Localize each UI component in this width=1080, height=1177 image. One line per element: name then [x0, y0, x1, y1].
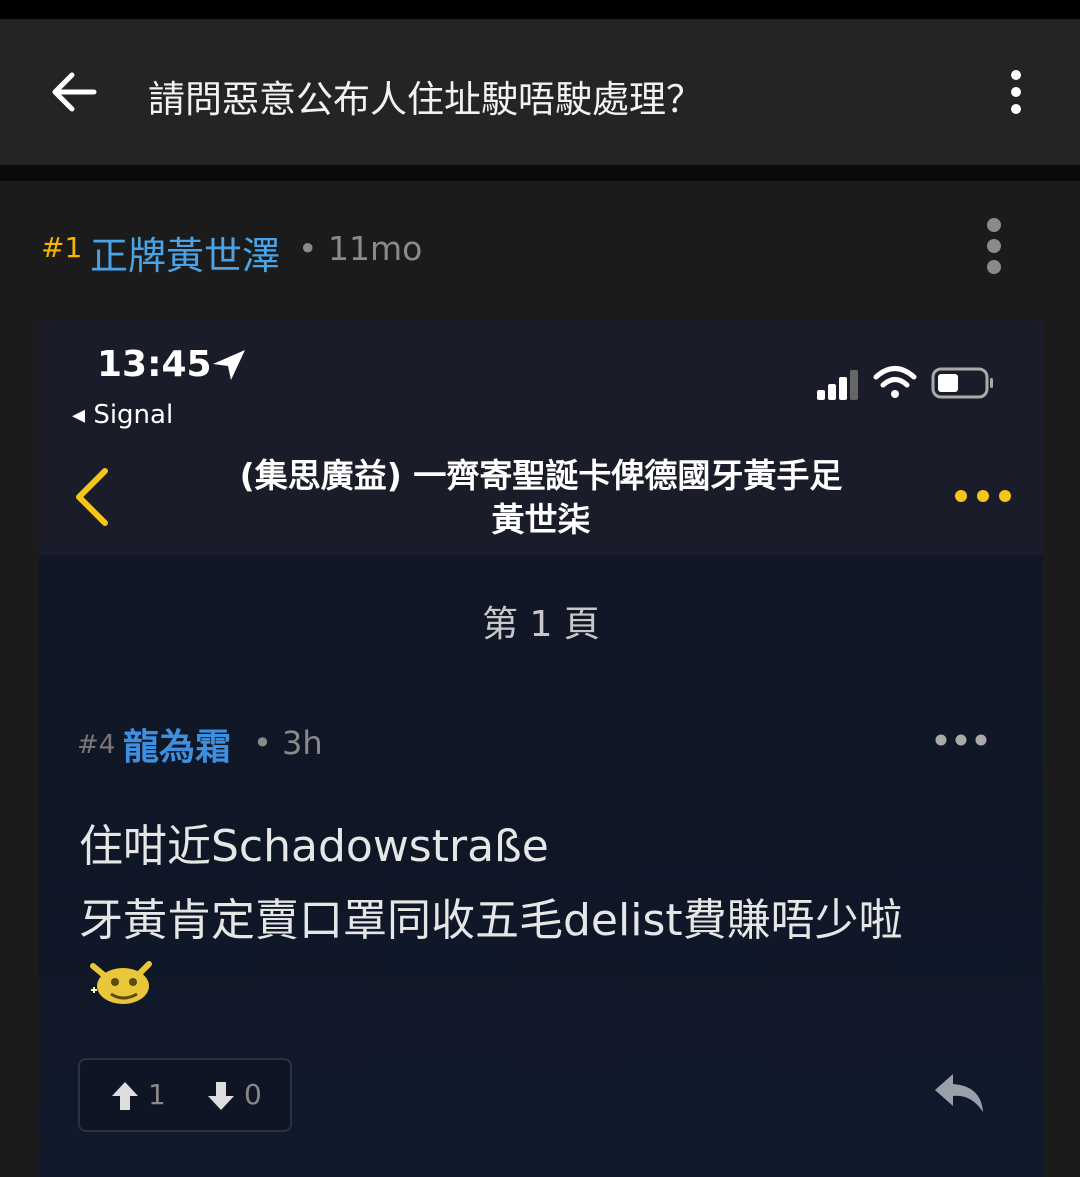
chevron-left-icon [76, 468, 108, 526]
embedded-header: 13:45 ◂ Signal (集思廣益) 一齊寄聖誕卡俾德國牙黃手足 黃世柒 [39, 320, 1043, 555]
thumb-up-arrow-icon [112, 1082, 138, 1110]
reply-username: 龍為霜 [123, 727, 232, 768]
thumb-down-arrow-icon [208, 1082, 234, 1110]
page-label: 第 1 頁 [482, 604, 600, 645]
embedded-thread-title: (集思廣益) 一齊寄聖誕卡俾德國牙黃手足 黃世柒 [169, 454, 913, 542]
reply-content: 住咁近Schadowstraße 牙黃肯定賣口罩同收五毛delist費賺唔少啦 [79, 810, 903, 958]
post-header: #1 正牌黃世澤 • 11mo [0, 181, 1080, 311]
status-strip [0, 0, 1080, 19]
reply-icon [935, 1074, 983, 1112]
thread-title: 請問惡意公布人住址駛唔駛處理？ [148, 78, 703, 121]
ios-clock: 13:45 [97, 344, 212, 385]
post-number: #1 [41, 231, 83, 264]
more-vertical-icon[interactable] [1004, 69, 1028, 115]
back-arrow-icon[interactable] [48, 69, 100, 115]
embedded-screenshot: 13:45 ◂ Signal (集思廣益) 一齊寄聖誕卡俾德國牙黃手足 黃世柒 [39, 320, 1043, 1177]
post-time: • 11mo [298, 229, 423, 268]
embedded-title-line-2: 黃世柒 [491, 500, 591, 539]
downvote-count: 0 [244, 1078, 262, 1111]
post-username[interactable]: 正牌黃世澤 [90, 225, 280, 280]
reply-time: • 3h [253, 724, 323, 762]
app-bar: 請問惡意公布人住址駛唔駛處理？ [0, 19, 1080, 165]
post-more-icon[interactable] [980, 217, 1008, 275]
more-horizontal-icon [955, 490, 1011, 502]
reply-number: #4 [77, 730, 116, 760]
embedded-reply: #4 龍為霜 • 3h 住咁近Schadowstraße 牙黃肯定賣口罩同收五毛… [39, 680, 1043, 1177]
reply-line-1: 住咁近Schadowstraße [79, 821, 549, 872]
signal-bars-icon [817, 370, 858, 400]
emoji-sticker-icon [90, 961, 152, 1004]
upvote-count: 1 [148, 1078, 166, 1111]
embedded-title-line-1: (集思廣益) 一齊寄聖誕卡俾德國牙黃手足 [239, 456, 843, 495]
reply-more-icon [935, 734, 987, 746]
vote-box: 1 0 [78, 1058, 292, 1132]
reply-line-2: 牙黃肯定賣口罩同收五毛delist費賺唔少啦 [79, 895, 903, 946]
page-indicator: 第 1 頁 [39, 555, 1043, 680]
divider [0, 165, 1080, 181]
back-to-signal-link: ◂ Signal [72, 400, 174, 430]
wifi-icon [873, 366, 917, 398]
battery-icon [931, 367, 993, 399]
location-arrow-icon [213, 350, 245, 380]
